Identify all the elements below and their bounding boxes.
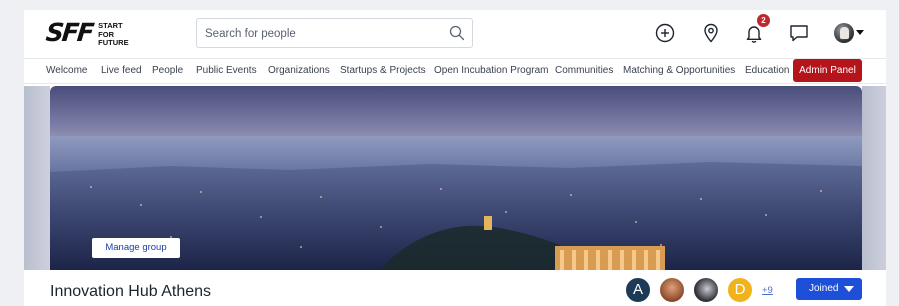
member-avatar[interactable] bbox=[658, 276, 686, 304]
banner-side-left bbox=[24, 86, 50, 270]
cover-banner: Manage group bbox=[24, 86, 886, 270]
notification-badge: 2 bbox=[757, 14, 770, 27]
admin-panel-button[interactable]: Admin Panel bbox=[793, 59, 862, 82]
logo-word: FUTURE bbox=[98, 38, 129, 47]
cover-image: Manage group bbox=[50, 86, 862, 270]
nav-item-matching[interactable]: Matching & Opportunities bbox=[623, 65, 735, 76]
banner-side-right bbox=[862, 86, 886, 270]
search-input[interactable] bbox=[205, 24, 445, 44]
nav-item-startups-projects[interactable]: Startups & Projects bbox=[340, 65, 426, 76]
search-box[interactable] bbox=[196, 18, 473, 48]
group-title: Innovation Hub Athens bbox=[50, 283, 212, 300]
member-initial: D bbox=[734, 281, 746, 298]
page-panel: SFF START FOR FUTURE Search for people 2… bbox=[24, 10, 886, 306]
avatar bbox=[834, 23, 854, 43]
nav-item-education[interactable]: Education bbox=[745, 65, 789, 76]
joined-label: Joined bbox=[809, 283, 839, 294]
member-avatar[interactable]: D bbox=[726, 276, 754, 304]
nav-item-people[interactable]: People bbox=[152, 65, 183, 76]
brand-logo[interactable]: SFF START FOR FUTURE bbox=[44, 18, 129, 48]
chat-icon[interactable] bbox=[788, 22, 810, 44]
nav-item-organizations[interactable]: Organizations bbox=[268, 65, 330, 76]
top-header: SFF START FOR FUTURE Search for people 2 bbox=[24, 10, 886, 58]
nav-item-welcome[interactable]: Welcome bbox=[46, 65, 88, 76]
member-initial: A bbox=[632, 281, 643, 298]
main-nav: Welcome Live feed People Public Events O… bbox=[24, 58, 886, 84]
joined-button[interactable]: Joined bbox=[796, 278, 862, 300]
search-icon[interactable] bbox=[449, 25, 465, 41]
add-circle-icon[interactable] bbox=[654, 22, 676, 44]
nav-item-public-events[interactable]: Public Events bbox=[196, 65, 257, 76]
chevron-down-icon bbox=[856, 30, 864, 35]
nav-item-live-feed[interactable]: Live feed bbox=[101, 65, 142, 76]
more-members-link[interactable]: +9 bbox=[762, 285, 773, 296]
logo-mark: SFF bbox=[44, 18, 94, 47]
profile-menu[interactable] bbox=[834, 23, 864, 45]
nav-item-open-incubation[interactable]: Open Incubation Program bbox=[434, 65, 549, 76]
member-avatar[interactable] bbox=[692, 276, 720, 304]
manage-group-button[interactable]: Manage group bbox=[92, 238, 180, 258]
member-avatar[interactable]: A bbox=[624, 276, 652, 304]
chevron-down-icon bbox=[844, 286, 854, 292]
location-pin-icon[interactable] bbox=[700, 22, 722, 44]
nav-item-communities[interactable]: Communities bbox=[555, 65, 613, 76]
logo-words: START FOR FUTURE bbox=[98, 21, 129, 48]
